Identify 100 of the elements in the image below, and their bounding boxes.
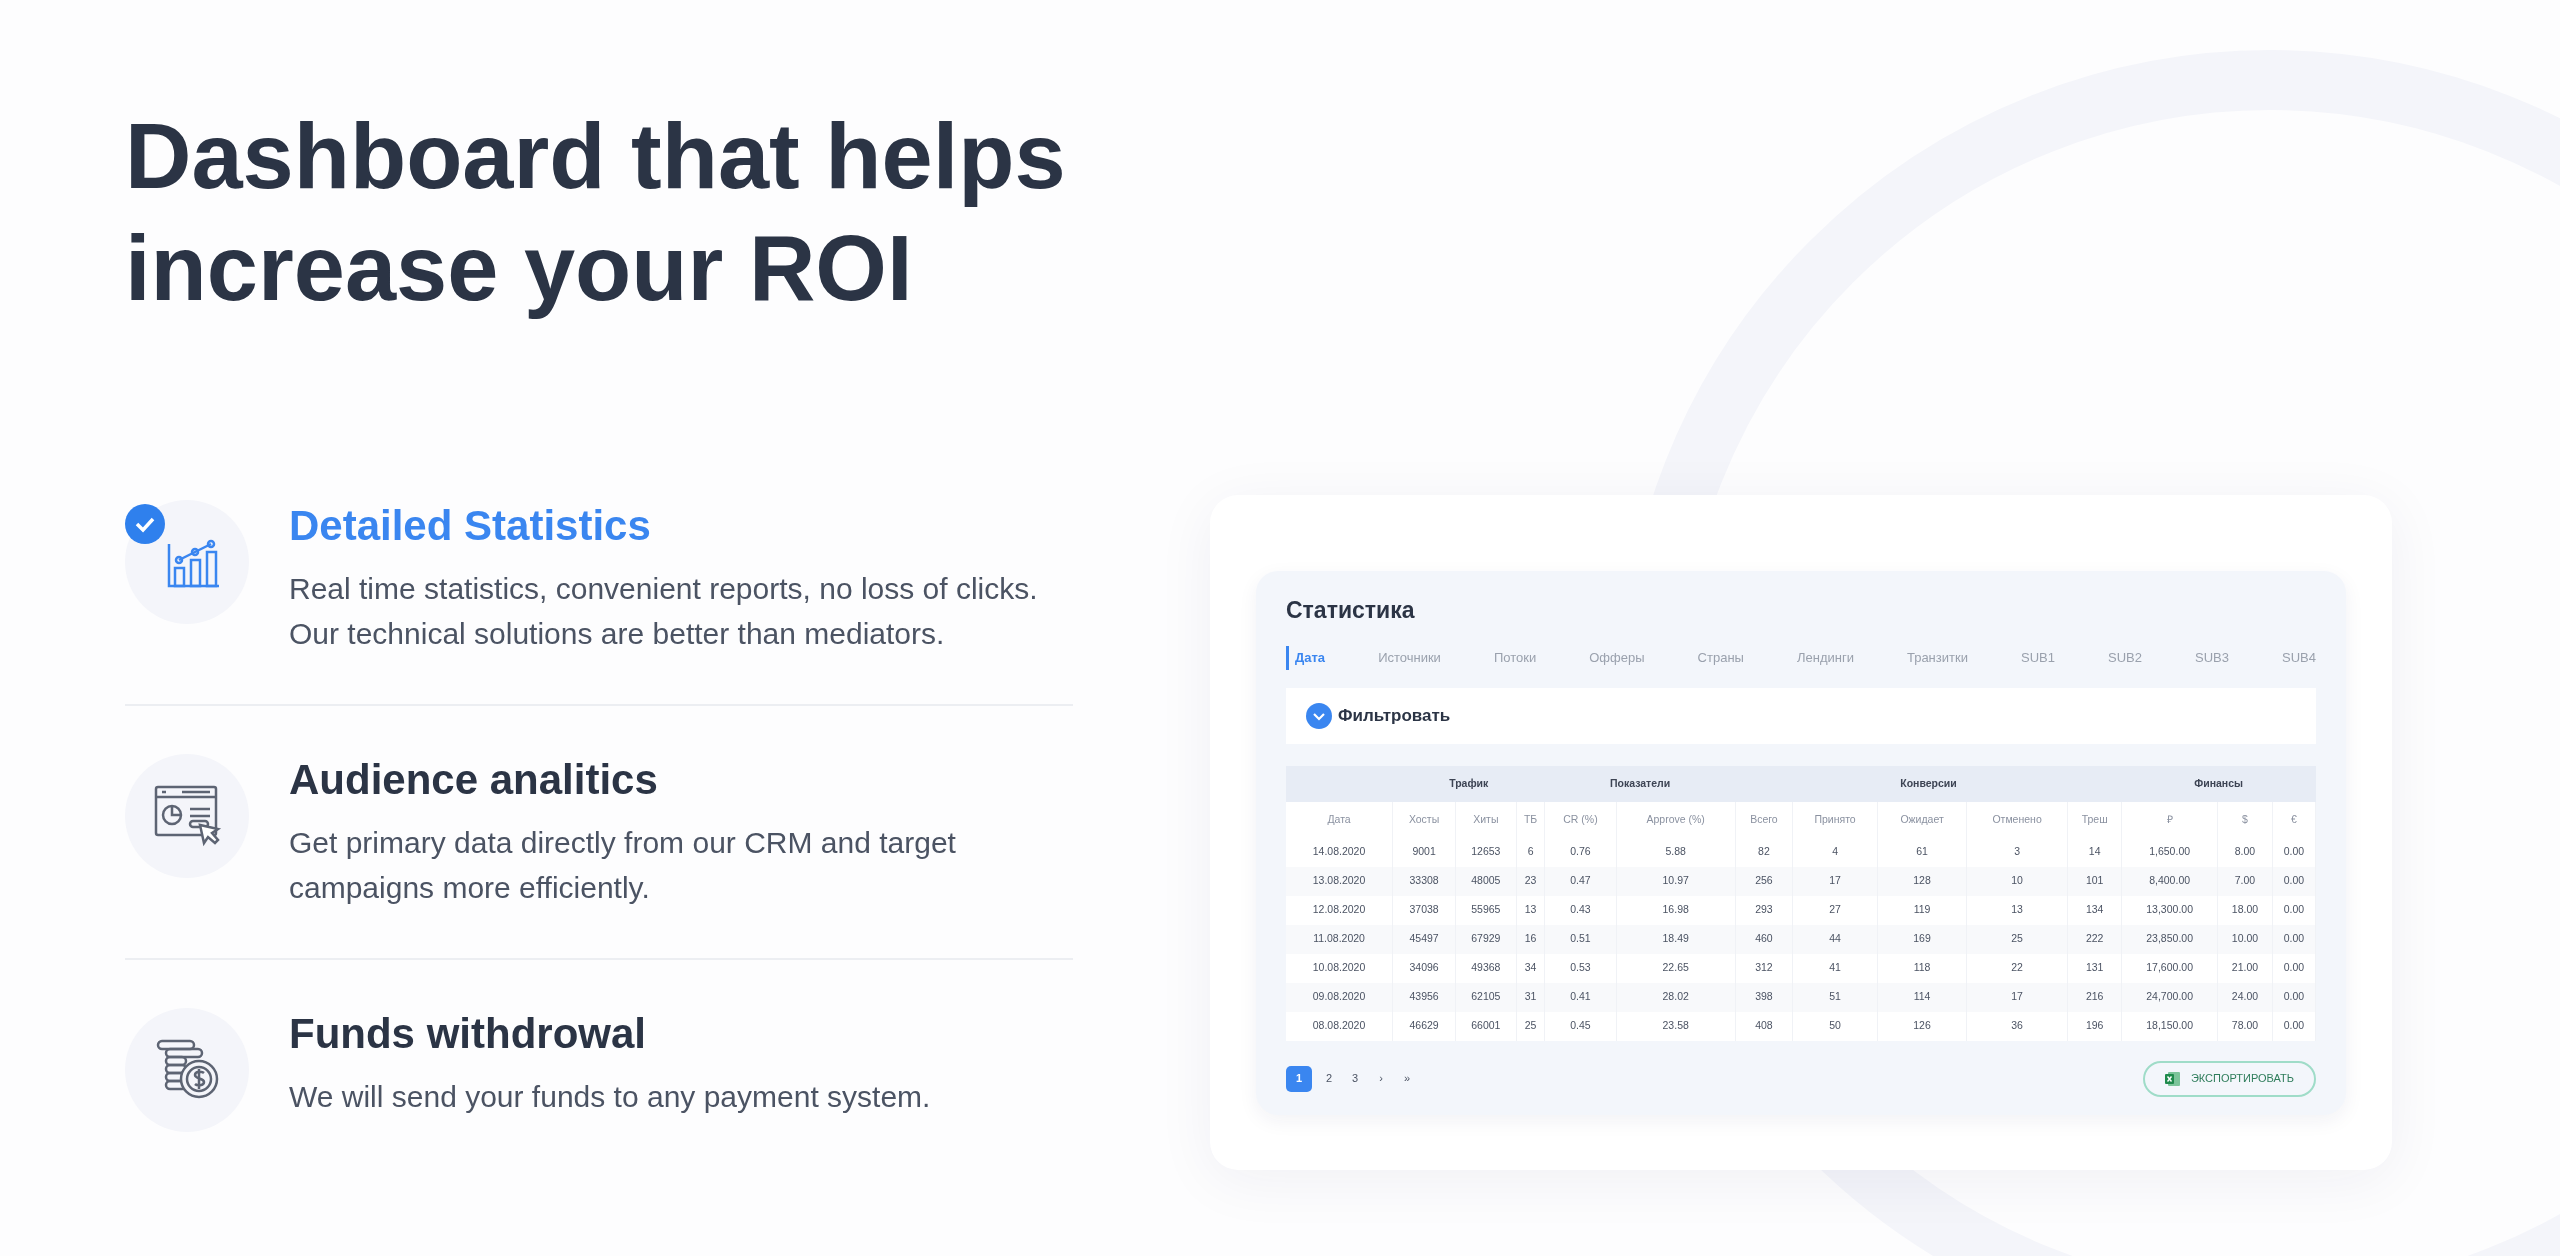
table-cell: 12.08.2020 [1286,895,1393,925]
table-cell: 114 [1877,982,1967,1012]
column-header: Хиты [1455,801,1517,838]
table-cell: 22 [1966,953,2068,983]
tab[interactable]: SUB1 [2020,645,2055,670]
table-cell: 78.00 [2217,1011,2273,1041]
table-cell: 216 [2067,982,2122,1012]
table-cell: 14.08.2020 [1286,837,1393,867]
column-header: Хосты [1392,801,1456,838]
column-header: Approve (%) [1616,801,1736,838]
table-cell: 3 [1966,837,2068,867]
column-group-header: Конверсии [1735,765,2122,802]
feature-title[interactable]: Funds withdrowal [289,1008,1059,1060]
table-cell: 8.00 [2217,837,2273,867]
table-cell: 27 [1792,895,1878,925]
table-cell: 17,600.00 [2121,953,2218,983]
table-cell: 0.41 [1544,982,1617,1012]
column-header: CR (%) [1544,801,1617,838]
feature-description: Real time statistics, convenient reports, no loss of clicks. Our technical solutions are better than mediators. [289,571,1039,652]
table-cell: 67929 [1455,924,1517,954]
table-cell: 25 [1966,924,2068,954]
table-cell: 222 [2067,924,2122,954]
tab[interactable]: SUB2 [2107,645,2142,670]
export-button[interactable]: ЭКСПОРТИРОВАТЬ [2142,1060,2316,1097]
table-cell: 408 [1735,1011,1793,1041]
filter-bar[interactable]: Фильтровать [1286,687,2316,744]
table-cell: 9001 [1392,837,1456,867]
table-cell: 28.02 [1616,982,1736,1012]
table-cell: 0.00 [2272,924,2316,954]
tab[interactable]: Источники [1378,645,1441,670]
tab[interactable]: SUB3 [2194,645,2229,670]
table-cell: 134 [2067,895,2122,925]
table-cell: 18,150.00 [2121,1011,2218,1041]
table-cell: 49368 [1455,953,1517,983]
column-header: Всего [1735,801,1793,838]
table-cell: 09.08.2020 [1286,982,1393,1012]
table-cell: 0.00 [2272,982,2316,1012]
column-header: Дата [1286,801,1393,838]
table-cell: 46629 [1392,1011,1456,1041]
page-heading: Dashboard that helps increase your ROI [125,104,1067,321]
table-cell: 0.51 [1544,924,1617,954]
table-cell: 398 [1735,982,1793,1012]
table-cell: 55965 [1455,895,1517,925]
table-cell: 0.00 [2272,895,2316,925]
table-cell: 41 [1792,953,1878,983]
table-cell: 11.08.2020 [1286,924,1393,954]
column-header: Ожидает [1877,801,1967,838]
table-cell: 10 [1966,866,2068,896]
table-cell: 8,400.00 [2121,866,2218,896]
column-header: ₽ [2121,801,2218,838]
table-cell: 62105 [1455,982,1517,1012]
table-cell: 0.00 [2272,837,2316,867]
table-cell: 45497 [1392,924,1456,954]
column-header: $ [2217,801,2273,838]
table-cell: 312 [1735,953,1793,983]
table-cell: 0.47 [1544,866,1617,896]
column-header: Отменено [1966,801,2068,838]
column-group-header: Трафик [1392,765,1545,802]
tab[interactable]: Страны [1697,645,1744,670]
tab[interactable]: Потоки [1493,645,1537,670]
table-cell: 48005 [1455,866,1517,896]
table-cell: 36 [1966,1011,2068,1041]
table-cell: 12653 [1455,837,1517,867]
table-cell: 0.00 [2272,953,2316,983]
table-cell: 24.00 [2217,982,2273,1012]
table-cell: 34 [1516,953,1545,983]
tab[interactable]: Офферы [1589,645,1645,670]
column-header: Треш [2067,801,2122,838]
table-cell: 13.08.2020 [1286,866,1393,896]
table-cell: 23.58 [1616,1011,1736,1041]
table-cell: 24,700.00 [2121,982,2218,1012]
tab[interactable]: SUB4 [2281,645,2316,670]
filter-label: Фильтровать [1338,704,1451,727]
table-cell: 169 [1877,924,1967,954]
page-button[interactable]: » [1398,1065,1416,1092]
table-cell: 25 [1516,1011,1545,1041]
table-cell: 10.08.2020 [1286,953,1393,983]
tab[interactable]: Лендинги [1796,645,1854,670]
table-cell: 10.00 [2217,924,2273,954]
table-cell: 82 [1735,837,1793,867]
table-cell: 16 [1516,924,1545,954]
table-cell: 61 [1877,837,1967,867]
feature-title[interactable]: Detailed Statistics [289,500,1059,552]
table-cell: 17 [1792,866,1878,896]
table-cell: 13,300.00 [2121,895,2218,925]
tab[interactable]: Транзитки [1906,645,1968,670]
page-button[interactable]: 1 [1286,1065,1312,1092]
table-cell: 0.53 [1544,953,1617,983]
feature-title[interactable]: Audience analitics [289,754,1059,806]
table-cell: 22.65 [1616,953,1736,983]
feature-description: Get primary data directly from our CRM and target campaigns more efficiently. [289,825,957,906]
table-cell: 23 [1516,866,1545,896]
table-cell: 460 [1735,924,1793,954]
page-button[interactable]: › [1372,1065,1390,1092]
page-button[interactable]: 2 [1320,1065,1338,1092]
table-cell: 18.00 [2217,895,2273,925]
table-cell: 13 [1966,895,2068,925]
table-cell: 37038 [1392,895,1456,925]
tab[interactable]: Дата [1286,645,1326,670]
page-button[interactable]: 3 [1346,1065,1364,1092]
